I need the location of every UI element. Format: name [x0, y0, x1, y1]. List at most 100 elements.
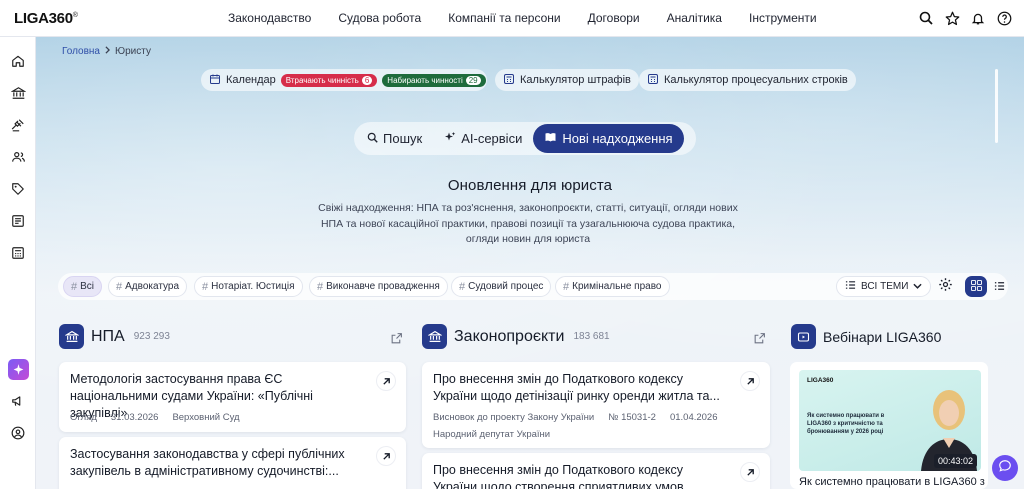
breadcrumb: Головна Юристу [62, 46, 151, 57]
bills-column-header: Законопроєкти 183 681 [422, 324, 610, 349]
filter-bar: # Всі # Адвокатура # Нотаріат. Юстиція # Вик… [58, 273, 1008, 300]
gavel-icon[interactable] [10, 117, 26, 133]
menu-item-tools[interactable]: Інструменти [749, 11, 817, 25]
settings-button[interactable] [935, 276, 956, 297]
calendar-icon [209, 73, 221, 88]
left-sidebar [0, 37, 36, 489]
calculator-icon[interactable] [10, 245, 26, 261]
ai-sparkle-icon[interactable] [8, 359, 29, 380]
list-view-button[interactable] [989, 276, 1009, 297]
search-icon [367, 131, 378, 146]
card-title[interactable]: Про внесення змін до Податкового кодексу… [433, 462, 729, 489]
video-duration: 00:43:02 [933, 454, 977, 468]
chip-label: Нотаріат. Юстиція [211, 281, 295, 292]
scrollbar[interactable] [995, 69, 998, 143]
tab-news-label: Нові надходження [562, 131, 673, 146]
topics-label: ВСІ ТЕМИ [861, 281, 909, 292]
open-arrow-icon[interactable] [376, 371, 396, 391]
menu-item-court-work[interactable]: Судова робота [338, 11, 421, 25]
institution-icon[interactable] [10, 85, 26, 101]
bill-card[interactable]: Про внесення змін до Податкового кодексу… [422, 453, 770, 489]
card-title[interactable]: Про внесення змін до Податкового кодексу… [433, 371, 729, 405]
document-list-icon[interactable] [10, 213, 26, 229]
card-source: Верховний Суд [172, 412, 240, 423]
hash-icon: # [459, 280, 466, 293]
main-content: Головна Юристу Календар Втрачають чинніс… [36, 37, 1024, 489]
open-arrow-icon[interactable] [740, 462, 760, 482]
losing-force-badge[interactable]: Втрачають чинність 6 [280, 73, 378, 87]
card-author-row: Народний депутат України [433, 429, 564, 440]
card-type: Висновок до проекту Закону України [433, 412, 595, 423]
tab-ai-services[interactable]: AI-сервіси [433, 124, 533, 153]
topics-dropdown[interactable]: ВСІ ТЕМИ [836, 276, 932, 297]
chat-icon [998, 459, 1012, 478]
chevron-down-icon [913, 281, 923, 292]
star-icon[interactable] [944, 9, 960, 27]
hash-icon: # [116, 280, 123, 293]
bell-icon[interactable] [970, 9, 986, 27]
main-menu: Законодавство Судова робота Компанії та … [228, 11, 844, 25]
webinar-thumbnail[interactable]: LIGA360 Як системно працювати в LIGA360 … [799, 370, 981, 471]
chip-label: Адвокатура [125, 281, 180, 292]
losing-force-label: Втрачають чинність [285, 75, 359, 85]
tab-search-label: Пошук [383, 131, 423, 146]
menu-item-companies[interactable]: Компанії та персони [448, 11, 560, 25]
card-author: Народний депутат України [433, 429, 551, 440]
bills-column-title: Законопроєкти [454, 327, 565, 345]
breadcrumb-home[interactable]: Головна [62, 46, 100, 57]
npa-card[interactable]: Застосування законодавства у сфері публі… [59, 437, 406, 489]
grid-view-button[interactable] [965, 276, 987, 297]
gaining-force-badge[interactable]: Набирають чинності 29 [382, 73, 486, 87]
webinar-card[interactable]: LIGA360 Як системно працювати в LIGA360 … [790, 362, 988, 489]
card-type: Огляд [70, 412, 97, 423]
card-title[interactable]: Застосування законодавства у сфері публі… [70, 446, 366, 480]
tab-new-arrivals[interactable]: Нові надходження [533, 124, 684, 153]
menu-item-legislation[interactable]: Законодавство [228, 11, 311, 25]
external-link-icon[interactable] [753, 332, 766, 345]
open-arrow-icon[interactable] [740, 371, 760, 391]
user-circle-icon[interactable] [10, 425, 26, 441]
home-icon[interactable] [10, 53, 26, 69]
list-icon [994, 278, 1005, 296]
filter-chip-court-process[interactable]: # Судовий процес [451, 276, 552, 297]
npa-card[interactable]: Методологія застосування права ЄС націон… [59, 362, 406, 432]
tab-search[interactable]: Пошук [356, 124, 433, 153]
hash-icon: # [317, 280, 324, 293]
calculator-icon [647, 73, 659, 88]
liga360-logo[interactable]: LIGA360® [14, 10, 78, 27]
menu-item-contracts[interactable]: Договори [588, 11, 640, 25]
calendar-widget[interactable]: Календар Втрачають чинність 6 Набирають ч… [201, 69, 487, 91]
filter-chip-notary[interactable]: # Нотаріат. Юстиція [194, 276, 303, 297]
institution-icon [59, 324, 84, 349]
webinar-title[interactable]: Як системно працювати в LIGA360 з [799, 476, 985, 488]
menu-item-analytics[interactable]: Аналітика [667, 11, 722, 25]
filter-chip-advocacy[interactable]: # Адвокатура [108, 276, 188, 297]
npa-column-title: НПА [91, 327, 125, 345]
card-meta: Висновок до проекту Закону України № 150… [433, 412, 732, 423]
hash-icon: # [563, 280, 570, 293]
tag-icon[interactable] [10, 181, 26, 197]
institution-icon [422, 324, 447, 349]
mode-tabs: Пошук AI-сервіси Нові надходження [354, 122, 696, 155]
filter-chip-all[interactable]: # Всі [63, 276, 103, 297]
help-icon[interactable] [996, 9, 1012, 27]
card-number: № 15031-2 [608, 412, 656, 423]
page-description: Свіжі надходження: НПА та роз'яснення, з… [318, 202, 738, 245]
chat-button[interactable] [992, 455, 1018, 481]
megaphone-icon[interactable] [10, 393, 26, 409]
people-icon[interactable] [10, 149, 26, 165]
deadlines-calculator-link[interactable]: Калькулятор процесуальних строків [639, 69, 856, 91]
gaining-force-label: Набирають чинності [387, 75, 463, 85]
search-icon[interactable] [918, 9, 934, 27]
filter-chip-enforcement[interactable]: # Виконавче провадження [309, 276, 448, 297]
filter-chip-criminal-law[interactable]: # Кримінальне право [555, 276, 670, 297]
calculator-icon [503, 73, 515, 88]
fines-calculator-link[interactable]: Калькулятор штрафів [495, 69, 639, 91]
chevron-right-icon [104, 46, 111, 57]
open-arrow-icon[interactable] [376, 446, 396, 466]
deadlines-calculator-label: Калькулятор процесуальних строків [664, 74, 848, 86]
external-link-icon[interactable] [390, 332, 403, 345]
bill-card[interactable]: Про внесення змін до Податкового кодексу… [422, 362, 770, 448]
header-actions [918, 9, 1012, 27]
card-meta: Огляд 31.03.2026 Верховний Суд [70, 412, 254, 423]
